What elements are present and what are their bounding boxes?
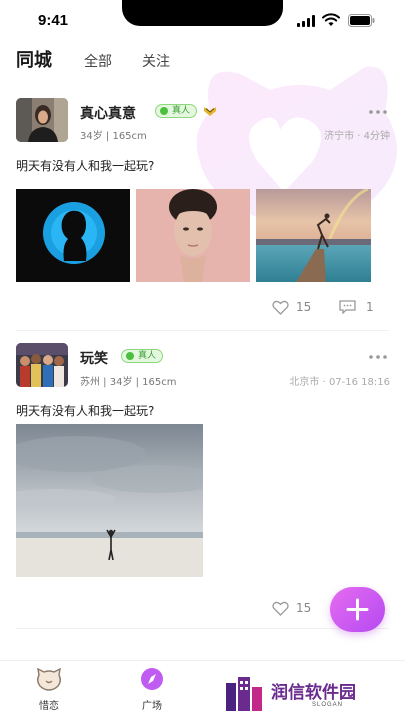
cat-face-icon [37, 667, 61, 691]
avatar[interactable] [16, 343, 68, 387]
divider [16, 330, 389, 331]
verified-badge: 真人 [121, 349, 164, 363]
status-time: 9:41 [38, 12, 69, 29]
like-icon[interactable] [272, 300, 289, 315]
nav-label: 广场 [142, 701, 162, 712]
crown-chevron-icon [204, 107, 216, 116]
tab-local[interactable]: 同城 [16, 46, 60, 72]
signal-icon [297, 15, 315, 27]
avatar[interactable] [16, 98, 68, 142]
username[interactable]: 真心真意 [80, 103, 136, 123]
compass-icon [141, 668, 163, 690]
watermark-slogan: SLOGAN [312, 702, 344, 708]
battery-icon [348, 14, 375, 27]
user-meta: 34岁 | 165cm [80, 131, 147, 142]
status-bar: 9:41 [0, 0, 405, 42]
comment-count: 1 [366, 300, 374, 314]
watermark-logo: 润信软件园 SLOGAN [226, 676, 394, 712]
tab-all[interactable]: 全部 [84, 51, 112, 71]
nav-item-xilian[interactable]: 惜恋 [19, 667, 79, 712]
watermark-text: 润信软件园 [271, 683, 356, 703]
more-options-icon[interactable] [368, 354, 388, 360]
like-count: 15 [296, 601, 312, 615]
like-count: 15 [296, 300, 312, 314]
verified-badge: 真人 [155, 104, 198, 118]
comment-icon[interactable] [339, 300, 356, 314]
location-time: 济宁市 · 4分钟 [324, 131, 390, 142]
tab-local-label: 同城 [16, 50, 52, 71]
building-logo-icon [226, 677, 262, 711]
nav-label: 惜恋 [39, 701, 59, 712]
divider [16, 628, 389, 629]
post-photo[interactable] [136, 189, 250, 282]
username[interactable]: 玩笑 [80, 348, 108, 368]
wifi-icon [322, 13, 340, 26]
nav-item-square[interactable]: 广场 [122, 667, 182, 712]
post-photo[interactable] [256, 189, 371, 282]
tab-following[interactable]: 关注 [142, 51, 170, 71]
location-time: 北京市 · 07-16 18:16 [289, 377, 390, 388]
post-text: 明天有没有人和我一起玩? [16, 159, 155, 173]
like-icon[interactable] [272, 601, 289, 616]
add-post-button[interactable] [330, 587, 385, 632]
post-photo[interactable] [16, 189, 130, 282]
user-meta: 苏州 | 34岁 | 165cm [80, 377, 177, 388]
post-photo[interactable] [16, 424, 203, 577]
notch [122, 0, 283, 26]
more-options-icon[interactable] [368, 109, 388, 115]
plus-icon [346, 598, 369, 621]
post-text: 明天有没有人和我一起玩? [16, 404, 155, 418]
